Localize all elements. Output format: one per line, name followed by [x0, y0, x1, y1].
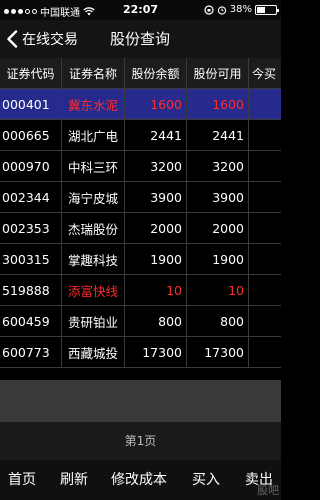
cell-available: 1900 [187, 244, 249, 274]
cell-name: 冀东水泥 [62, 89, 125, 119]
header-available[interactable]: 股份可用 [187, 58, 249, 88]
cell-code: 000665 [0, 120, 62, 150]
cell-today-buy [249, 120, 281, 150]
battery-icon [255, 4, 279, 15]
back-button[interactable]: 在线交易 [6, 20, 78, 58]
table-row[interactable]: 000401 冀东水泥 1600 1600 [0, 89, 281, 120]
cell-code: 519888 [0, 275, 62, 305]
cell-name: 海宁皮城 [62, 182, 125, 212]
status-bar: 中国联通 22:07 38% [0, 0, 281, 20]
cell-balance: 10 [125, 275, 187, 305]
chevron-left-icon [7, 30, 18, 48]
cell-code: 000401 [0, 89, 62, 119]
header-name[interactable]: 证券名称 [62, 58, 125, 88]
table-row[interactable]: 000665 湖北广电 2441 2441 [0, 120, 281, 151]
table-row[interactable]: 300315 掌趣科技 1900 1900 [0, 244, 281, 275]
table-row[interactable]: 000970 中科三环 3200 3200 [0, 151, 281, 182]
cell-available: 2441 [187, 120, 249, 150]
cell-balance: 800 [125, 306, 187, 336]
cell-name: 杰瑞股份 [62, 213, 125, 243]
cell-code: 000970 [0, 151, 62, 181]
cell-balance: 3200 [125, 151, 187, 181]
header-balance[interactable]: 股份余额 [125, 58, 187, 88]
cell-balance: 3900 [125, 182, 187, 212]
cell-today-buy [249, 244, 281, 274]
cell-code: 300315 [0, 244, 62, 274]
cell-balance: 1600 [125, 89, 187, 119]
cell-today-buy [249, 275, 281, 305]
cell-name: 湖北广电 [62, 120, 125, 150]
bottom-toolbar: 首页 刷新 修改成本 买入 卖出 股吧 [0, 460, 281, 500]
cell-code: 002344 [0, 182, 62, 212]
cell-available: 1600 [187, 89, 249, 119]
cell-today-buy [249, 213, 281, 243]
cell-code: 600773 [0, 337, 62, 367]
cell-name: 添富快线 [62, 275, 125, 305]
cell-name: 西藏城投 [62, 337, 125, 367]
buy-button[interactable]: 买入 [192, 460, 220, 500]
edit-cost-button[interactable]: 修改成本 [111, 460, 167, 500]
watermark: 股吧 [257, 484, 279, 497]
header-code[interactable]: 证券代码 [0, 58, 62, 88]
table-row[interactable]: 002353 杰瑞股份 2000 2000 [0, 213, 281, 244]
table-row[interactable]: 519888 添富快线 10 10 [0, 275, 281, 306]
cell-today-buy [249, 182, 281, 212]
cell-available: 800 [187, 306, 249, 336]
cell-name: 贵研铂业 [62, 306, 125, 336]
cell-balance: 1900 [125, 244, 187, 274]
table-header: 证券代码 证券名称 股份余额 股份可用 今买 [0, 58, 281, 89]
cell-available: 17300 [187, 337, 249, 367]
header-today-buy[interactable]: 今买 [249, 58, 281, 88]
cell-code: 002353 [0, 213, 62, 243]
cell-available: 2000 [187, 213, 249, 243]
holdings-table: 证券代码 证券名称 股份余额 股份可用 今买 000401 冀东水泥 1600 160… [0, 58, 281, 368]
empty-area [0, 380, 281, 422]
cell-available: 3900 [187, 182, 249, 212]
cell-balance: 17300 [125, 337, 187, 367]
nav-bar: 在线交易 股份查询 [0, 20, 281, 58]
status-right: 38% [204, 4, 279, 15]
page-indicator: 第1页 [0, 422, 281, 460]
table-row[interactable]: 600773 西藏城投 17300 17300 [0, 337, 281, 368]
cell-today-buy [249, 89, 281, 119]
cell-today-buy [249, 151, 281, 181]
alarm-icon [217, 5, 226, 15]
table-row[interactable]: 600459 贵研铂业 800 800 [0, 306, 281, 337]
cell-today-buy [249, 337, 281, 367]
cell-balance: 2441 [125, 120, 187, 150]
cell-name: 掌趣科技 [62, 244, 125, 274]
lock-rotation-icon [204, 4, 214, 15]
cell-name: 中科三环 [62, 151, 125, 181]
home-button[interactable]: 首页 [8, 460, 36, 500]
page-title: 股份查询 [110, 30, 171, 48]
cell-code: 600459 [0, 306, 62, 336]
cell-available: 10 [187, 275, 249, 305]
table-row[interactable]: 002344 海宁皮城 3900 3900 [0, 182, 281, 213]
refresh-button[interactable]: 刷新 [60, 460, 88, 500]
back-label: 在线交易 [22, 32, 78, 48]
cell-today-buy [249, 306, 281, 336]
cell-available: 3200 [187, 151, 249, 181]
battery-percent: 38% [229, 4, 252, 15]
cell-balance: 2000 [125, 213, 187, 243]
